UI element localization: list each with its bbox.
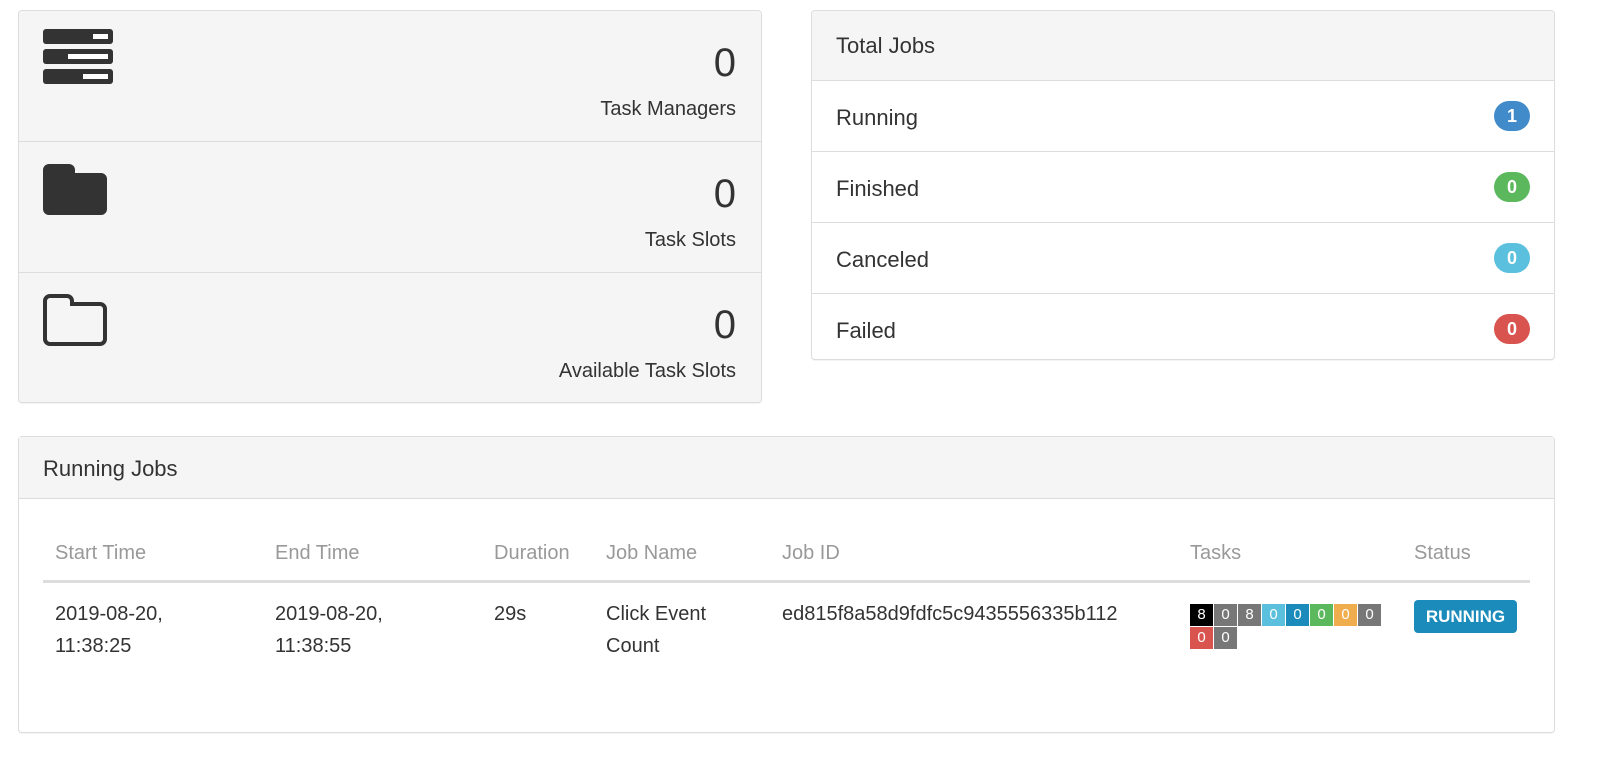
overview-panel: 0 Task Managers 0 Task Slots 0 Available…	[18, 10, 762, 403]
task-count-badge: 0	[1214, 627, 1237, 649]
task-badges: 8 0 8 0 0 0 0 00 0	[1190, 604, 1390, 650]
task-count-badge: 0	[1190, 627, 1213, 649]
end-clock: 11:38:55	[275, 635, 352, 657]
stat-task-slots: 0 Task Slots	[19, 142, 761, 273]
end-time: 2019-08-20, 11:38:55	[275, 598, 383, 662]
job-status-label: Finished	[836, 176, 920, 201]
folder-outline-icon	[43, 294, 107, 346]
start-time: 2019-08-20, 11:38:25	[55, 598, 163, 662]
job-status-label: Failed	[836, 318, 896, 343]
task-count-badge: 0	[1214, 604, 1237, 626]
task-count-badge: 8	[1238, 604, 1261, 626]
column-header[interactable]: Duration	[494, 537, 570, 569]
duration: 29s	[494, 603, 527, 625]
stat-value: 0	[713, 41, 736, 85]
job-count-failed[interactable]: Failed 0	[812, 294, 1554, 359]
job-status-label: Canceled	[836, 247, 929, 272]
table-header-divider	[43, 580, 1530, 583]
task-count-badge: 0	[1286, 604, 1309, 626]
job-count-finished[interactable]: Finished 0	[812, 152, 1554, 223]
column-header[interactable]: Job ID	[782, 537, 840, 569]
column-header[interactable]: Tasks	[1190, 537, 1241, 569]
task-count-badge: 0	[1358, 604, 1381, 626]
folder-solid-icon	[43, 164, 107, 215]
stat-task-managers: 0 Task Managers	[19, 11, 761, 142]
stat-label: Task Managers	[600, 98, 736, 120]
stat-available-task-slots: 0 Available Task Slots	[19, 273, 761, 402]
start-date: 2019-08-20,	[55, 603, 163, 625]
stat-value: 0	[713, 303, 736, 347]
start-clock: 11:38:25	[55, 635, 132, 657]
stat-label: Task Slots	[644, 229, 736, 251]
count-badge: 0	[1494, 172, 1530, 202]
count-badge: 0	[1494, 243, 1530, 273]
job-count-running[interactable]: Running 1	[812, 81, 1554, 152]
job-status-label: Running	[836, 105, 918, 130]
job-id: ed815f8a58d9fdfc5c9435556335b112	[782, 603, 1118, 625]
panel-title: Total Jobs	[812, 11, 1554, 81]
task-count-badge: 8	[1190, 604, 1213, 626]
status-badge: RUNNING	[1414, 600, 1517, 633]
running-jobs-panel: Running Jobs	[18, 436, 1555, 733]
column-header[interactable]: End Time	[275, 537, 359, 569]
column-header[interactable]: Status	[1414, 537, 1471, 569]
stat-value: 0	[713, 172, 736, 216]
server-icon	[43, 29, 113, 84]
panel-title: Running Jobs	[19, 437, 1554, 499]
end-date: 2019-08-20,	[275, 603, 383, 625]
column-header[interactable]: Start Time	[55, 537, 146, 569]
job-name-line2: Count	[606, 635, 660, 657]
count-badge: 1	[1494, 101, 1530, 131]
job-name: Click Event Count	[606, 598, 706, 662]
column-header[interactable]: Job Name	[606, 537, 697, 569]
stat-label: Available Task Slots	[558, 360, 736, 382]
task-count-badge: 0	[1334, 604, 1357, 626]
task-count-badge: 0	[1262, 604, 1285, 626]
job-count-canceled[interactable]: Canceled 0	[812, 223, 1554, 294]
total-jobs-panel: Total Jobs Running 1 Finished 0 Canceled 0 Fai…	[811, 10, 1555, 360]
task-count-badge: 0	[1310, 604, 1333, 626]
count-badge: 0	[1494, 314, 1530, 344]
job-name-line1: Click Event	[606, 603, 707, 625]
